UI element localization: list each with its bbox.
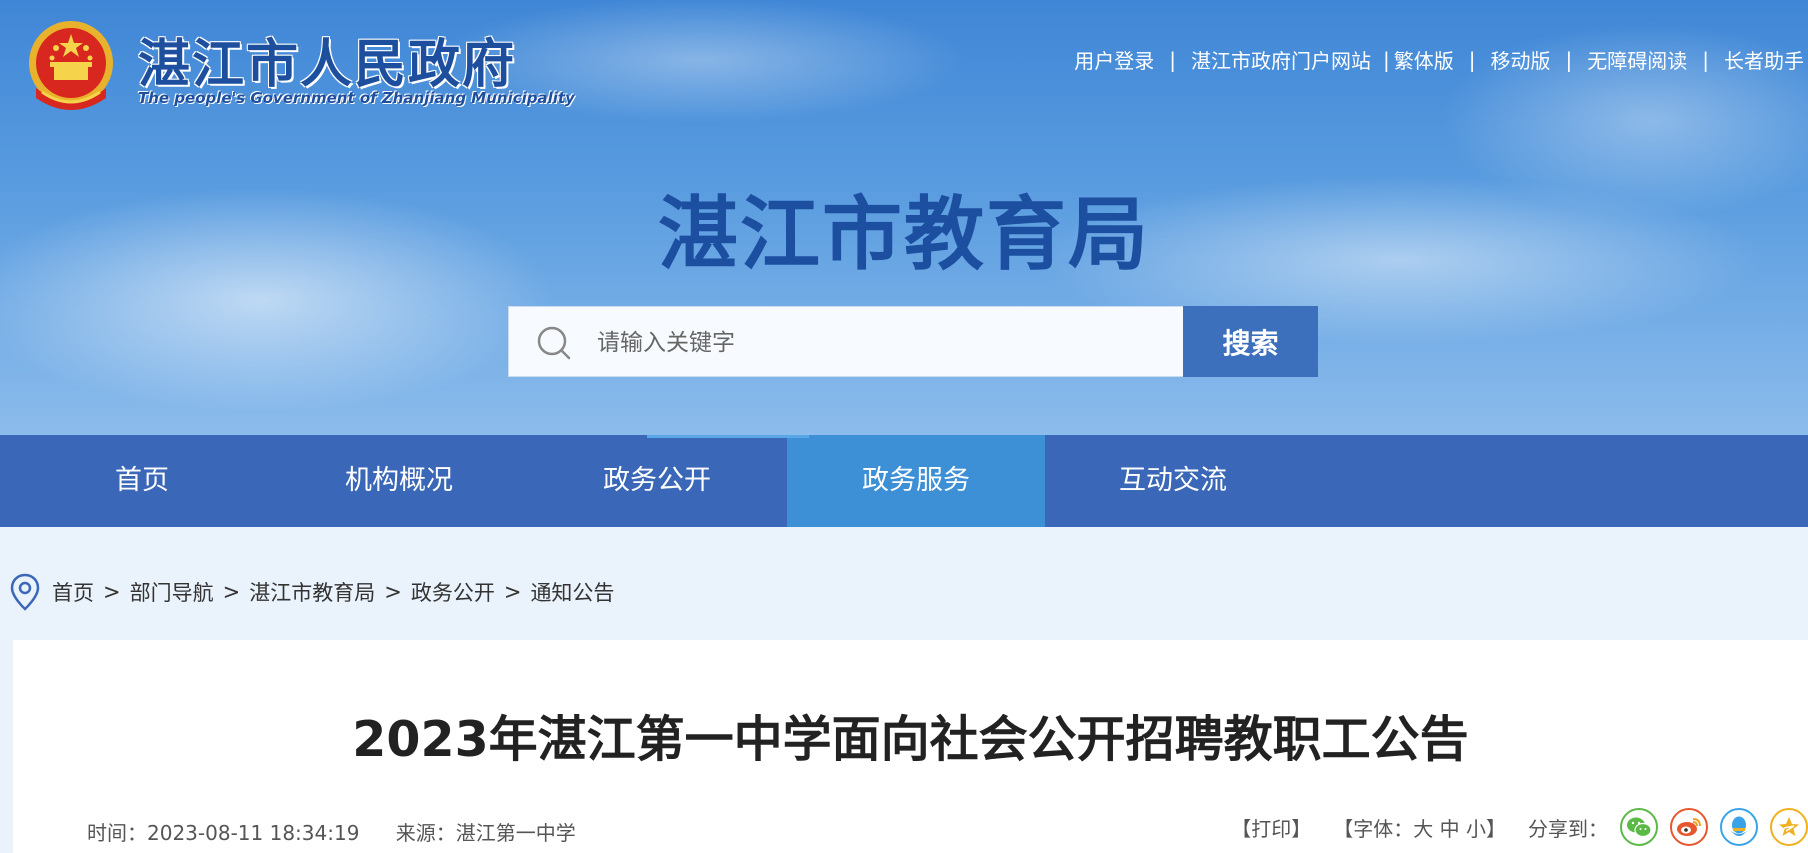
font-label-open: 【字体： xyxy=(1333,816,1414,841)
nav-home[interactable]: 首页 xyxy=(13,435,271,527)
breadcrumb-home[interactable]: 首页 xyxy=(52,577,94,607)
font-label-close: 】 xyxy=(1486,816,1506,841)
nav-government-services[interactable]: 政务服务 xyxy=(647,435,1045,527)
link-separator: | xyxy=(1169,47,1176,72)
top-links: 用户登录 | 湛江市政府门户网站 | 繁体版 | 移动版 | 无障碍阅读 | 长… xyxy=(1074,45,1804,74)
site-name-english: The people's Government of Zhanjiang Mun… xyxy=(138,89,575,107)
elder-assistant-link[interactable]: 长者助手 xyxy=(1724,45,1804,74)
link-separator: | xyxy=(1468,47,1476,72)
nav-government-affairs-disclosure[interactable]: 政务公开 xyxy=(528,435,786,527)
font-small-button[interactable]: 小 xyxy=(1466,817,1486,841)
department-title: 湛江市教育局 xyxy=(658,188,1150,281)
search-button[interactable]: 搜索 xyxy=(1183,306,1318,377)
weibo-icon[interactable] xyxy=(1670,808,1708,846)
article-tools: 【打印】 【字体：大 中 小】 分享到： xyxy=(1231,808,1808,846)
source-value: 湛江第一中学 xyxy=(455,821,576,845)
font-medium-button[interactable]: 中 xyxy=(1440,817,1460,841)
search-icon xyxy=(537,326,571,360)
breadcrumb-separator: > xyxy=(222,580,241,604)
breadcrumb-education-bureau[interactable]: 湛江市教育局 xyxy=(249,577,375,607)
link-separator: | xyxy=(1383,47,1390,72)
gov-portal-link[interactable]: 湛江市政府门户网站 xyxy=(1191,45,1371,74)
publish-time: 2023-08-11 18:34:19 xyxy=(147,821,360,845)
location-pin-icon xyxy=(10,573,40,611)
breadcrumb-notices[interactable]: 通知公告 xyxy=(530,577,614,607)
link-separator: | xyxy=(1565,47,1573,72)
nav-interaction[interactable]: 互动交流 xyxy=(1044,435,1302,527)
search-box xyxy=(508,306,1184,377)
breadcrumb-government-affairs[interactable]: 政务公开 xyxy=(411,577,495,607)
header-banner: 湛江市人民政府 The people's Government of Zhanj… xyxy=(0,0,1808,435)
source-label: 来源： xyxy=(395,821,456,845)
article-title: 2023年湛江第一中学面向社会公开招聘教职工公告 xyxy=(352,711,1469,768)
user-login-link[interactable]: 用户登录 xyxy=(1074,45,1154,74)
qq-icon[interactable] xyxy=(1720,808,1758,846)
accessibility-reading-link[interactable]: 无障碍阅读 xyxy=(1587,45,1687,74)
traditional-chinese-link[interactable]: 繁体版 xyxy=(1394,45,1454,74)
breadcrumb-separator: > xyxy=(503,580,522,604)
breadcrumb-separator: > xyxy=(103,580,121,604)
wechat-icon[interactable] xyxy=(1620,808,1658,846)
article-meta: 时间：2023-08-11 18:34:19 来源：湛江第一中学 xyxy=(87,817,576,846)
font-size-control: 【字体：大 中 小】 xyxy=(1333,813,1506,842)
breadcrumb: 首页 > 部门导航 > 湛江市教育局 > 政务公开 > 通知公告 xyxy=(10,572,614,612)
time-label: 时间： xyxy=(87,821,147,845)
font-large-button[interactable]: 大 xyxy=(1413,817,1433,841)
share-label: 分享到： xyxy=(1528,816,1608,841)
print-button[interactable]: 【打印】 xyxy=(1231,813,1311,842)
main-nav: 首页 机构概况 政务公开 政务服务 互动交流 xyxy=(0,435,1808,527)
site-name: 湛江市人民政府 xyxy=(138,35,517,95)
mobile-version-link[interactable]: 移动版 xyxy=(1491,45,1551,74)
search-input[interactable] xyxy=(595,317,1169,369)
qzone-icon[interactable] xyxy=(1770,808,1808,846)
breadcrumb-separator: > xyxy=(384,580,402,604)
breadcrumb-department-nav[interactable]: 部门导航 xyxy=(130,577,214,607)
article-panel: 2023年湛江第一中学面向社会公开招聘教职工公告 时间：2023-08-11 1… xyxy=(13,640,1808,853)
nav-organization-overview[interactable]: 机构概况 xyxy=(270,435,528,527)
national-emblem-icon xyxy=(29,21,113,110)
link-separator: | xyxy=(1702,47,1709,72)
